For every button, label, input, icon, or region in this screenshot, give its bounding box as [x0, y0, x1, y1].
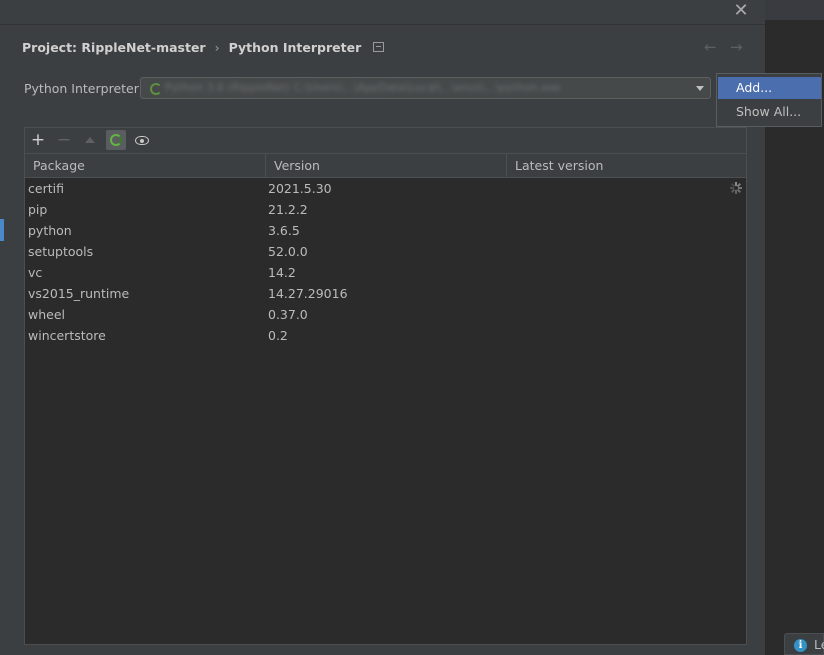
- menu-item-add[interactable]: Add...: [718, 77, 821, 99]
- package-version: 3.6.5: [268, 223, 300, 238]
- package-name: wincertstore: [28, 328, 106, 343]
- table-row[interactable]: certifi 2021.5.30: [25, 178, 746, 199]
- remove-package-icon[interactable]: −: [55, 131, 73, 149]
- loading-icon: [730, 182, 742, 194]
- table-row[interactable]: vs2015_runtime 14.27.29016: [25, 283, 746, 304]
- menu-item-show-all[interactable]: Show All...: [718, 101, 821, 123]
- upgrade-package-icon[interactable]: [81, 131, 99, 149]
- show-early-releases-eye-icon[interactable]: [133, 131, 151, 149]
- package-name: certifi: [28, 181, 64, 196]
- interpreter-gear-popup-menu: Add... Show All...: [716, 73, 822, 127]
- package-version: 14.2: [268, 265, 296, 280]
- table-row[interactable]: setuptools 52.0.0: [25, 241, 746, 262]
- table-row[interactable]: pip 21.2.2: [25, 199, 746, 220]
- package-name: wheel: [28, 307, 65, 322]
- package-name: pip: [28, 202, 48, 217]
- table-row[interactable]: wincertstore 0.2: [25, 325, 746, 346]
- refresh-icon[interactable]: [106, 130, 126, 150]
- package-name: vs2015_runtime: [28, 286, 130, 301]
- package-version: 0.2: [268, 328, 288, 343]
- packages-panel: + − Package Version Latest version certi…: [24, 127, 747, 645]
- package-version: 21.2.2: [268, 202, 308, 217]
- interpreter-select[interactable]: Python 3.6 (RippleNet) C:\Users\...\AppD…: [140, 77, 711, 99]
- editor-tab-strip: [765, 0, 824, 20]
- notification-text: Le: [814, 637, 824, 652]
- table-header: Package Version Latest version: [25, 153, 746, 178]
- forward-arrow-icon[interactable]: →: [730, 38, 743, 56]
- packages-toolbar: + −: [25, 128, 746, 153]
- breadcrumb: Project: RippleNet-master › Python Inter…: [22, 38, 385, 56]
- settings-scope-icon: [373, 42, 385, 52]
- back-arrow-icon[interactable]: ←: [704, 38, 717, 56]
- interpreter-label: Python Interpreter:: [24, 81, 143, 96]
- sidebar-selection-marker: [0, 219, 4, 241]
- settings-dialog: ✕ Project: RippleNet-master › Python Int…: [0, 0, 765, 655]
- column-header-version[interactable]: Version: [266, 154, 507, 177]
- column-header-package[interactable]: Package: [25, 154, 266, 177]
- package-version: 0.37.0: [268, 307, 308, 322]
- loading-spinner-icon: [150, 83, 162, 95]
- dialog-title-bar: ✕: [0, 0, 765, 25]
- info-icon: i: [794, 639, 807, 652]
- package-name: vc: [28, 265, 43, 280]
- event-log-notification[interactable]: i Le: [784, 633, 824, 655]
- breadcrumb-page: Python Interpreter: [228, 39, 362, 55]
- table-row[interactable]: vc 14.2: [25, 262, 746, 283]
- table-row[interactable]: wheel 0.37.0: [25, 304, 746, 325]
- breadcrumb-project[interactable]: Project: RippleNet-master: [22, 40, 206, 55]
- package-version: 52.0.0: [268, 244, 308, 259]
- table-row[interactable]: python 3.6.5: [25, 220, 746, 241]
- close-icon[interactable]: ✕: [732, 2, 750, 20]
- column-header-latest-version[interactable]: Latest version: [507, 154, 746, 177]
- package-version: 14.27.29016: [268, 286, 348, 301]
- package-version: 2021.5.30: [268, 181, 332, 196]
- add-package-icon[interactable]: +: [29, 131, 47, 149]
- package-name: setuptools: [28, 244, 94, 259]
- table-body: certifi 2021.5.30 pip 21.2.2 python 3.6.…: [25, 178, 746, 346]
- package-name: python: [28, 223, 72, 238]
- breadcrumb-separator: ›: [214, 39, 220, 55]
- interpreter-value: Python 3.6 (RippleNet) C:\Users\...\AppD…: [165, 81, 561, 94]
- packages-table: Package Version Latest version certifi 2…: [25, 153, 746, 644]
- chevron-down-icon[interactable]: [696, 86, 704, 91]
